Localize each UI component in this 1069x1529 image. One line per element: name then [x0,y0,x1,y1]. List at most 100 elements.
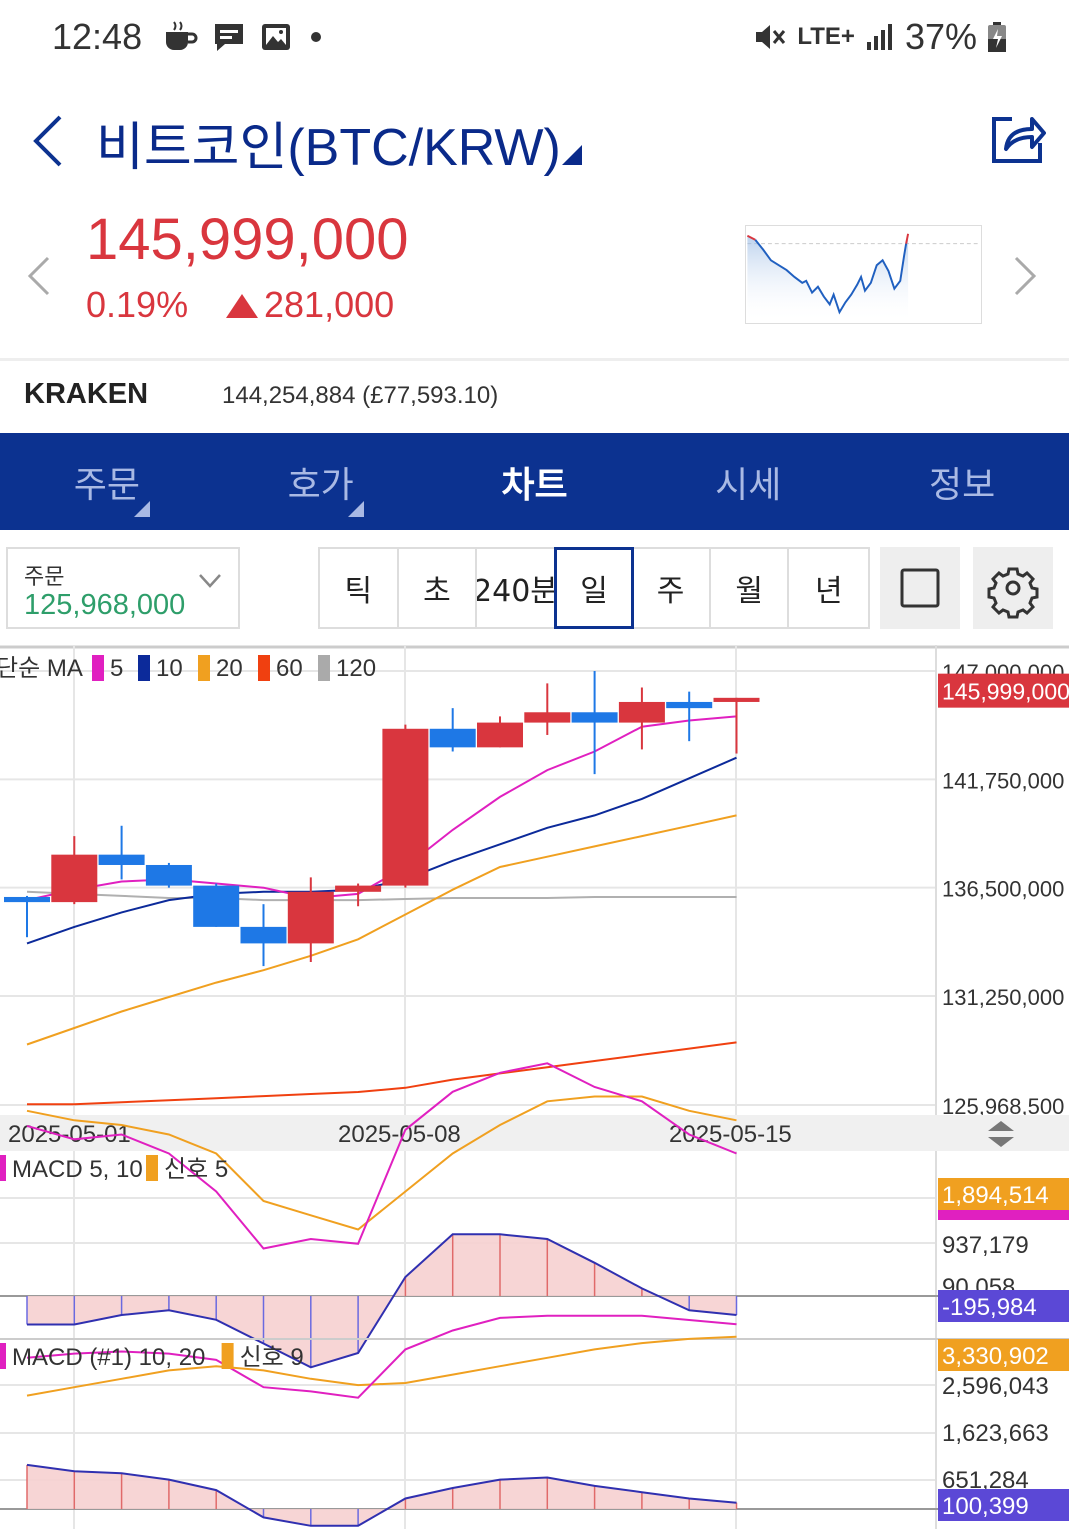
share-icon[interactable] [988,109,1046,165]
macd-value-label: 1,894,514 [942,1182,1049,1209]
candle-body [618,701,665,723]
battery-percent: 37% [904,16,977,57]
macd-axis-label: 937,179 [942,1232,1029,1259]
period-week[interactable]: 주 [632,549,711,627]
price-axis-label: 136,500,000 [942,877,1064,902]
current-price: 145,999,000 [86,207,409,272]
macd-line-badge [938,1210,1069,1220]
sparkline-area [747,233,909,323]
up-triangle-icon [226,294,258,318]
tab-bar: 주문 호가 차트 시세 정보 [0,433,1069,530]
signal-icon [866,24,892,50]
macd-legend-label: MACD 5, 10 [12,1156,143,1183]
ma-legend-swatch [138,655,150,681]
tab-label: 차트 [501,464,568,506]
ma-legend-label: 5 [110,655,123,682]
period-year[interactable]: 년 [789,549,868,627]
price-axis-label: 131,250,000 [942,985,1064,1010]
tab-label: 시세 [715,464,782,506]
network-type: LTE+ [797,23,855,50]
macd-value-label: 100,399 [942,1493,1029,1520]
exchange-name: KRAKEN [24,378,149,410]
candle-body [4,896,50,903]
ma60-line [27,1041,737,1106]
tab-caret-icon [134,501,150,517]
tab-quotes[interactable]: 시세 [641,433,855,530]
chevron-down-icon [199,574,221,588]
ma-legend-swatch [318,655,330,681]
ma20-line [26,814,737,1046]
period-tick[interactable]: 틱 [320,549,399,627]
tab-label: 호가 [287,464,354,506]
mini-sparkline-chart [745,225,982,324]
period-second[interactable]: 초 [399,549,478,627]
image-icon [262,24,290,50]
candle-body [98,854,145,865]
status-bar: 12:48 LTE+ 37% [0,0,1069,78]
header: 비트코인(BTC/KRW) [0,95,1069,185]
tab-orderbook[interactable]: 호가 [214,433,428,530]
ma-legend-label: 10 [156,655,183,682]
change-percent: 0.19% [86,284,189,325]
square-icon [900,568,940,608]
divider [0,358,1069,361]
coffee-icon [166,21,198,50]
ma120-line [26,890,737,902]
mute-icon [756,25,786,49]
message-icon [215,24,243,51]
signal-legend-label: 신호 9 [240,1344,304,1371]
prev-chevron-left-icon[interactable] [26,256,52,296]
ma10-line [26,756,737,945]
sparkline-line-red [746,233,910,244]
ma-legend-swatch [92,655,104,681]
notification-icons [162,20,326,54]
macd-value-label: 3,330,902 [942,1343,1049,1370]
current-price-label: 145,999,000 [942,679,1069,705]
ma-legend-label: 20 [216,655,243,682]
next-chevron-right-icon[interactable] [1012,256,1038,296]
signal-legend-swatch [146,1155,158,1181]
period-selector: 틱 초 240분 일 주 월 년 [318,547,870,629]
candle-body [335,885,382,892]
candle-body [477,722,523,748]
tab-label: 정보 [928,464,996,506]
order-price-select[interactable]: 주문 125,968,000 [6,547,240,629]
status-time: 12:48 [52,16,143,57]
candle-body [240,926,287,944]
chart-settings-button[interactable] [973,547,1053,629]
drawing-tool-button[interactable] [880,547,960,629]
candle-body [429,728,476,748]
candle-body [571,712,618,723]
date-axis-label: 2025-05-15 [669,1121,792,1148]
tab-info[interactable]: 정보 [855,433,1069,530]
battery-icon [988,22,1006,52]
ma-legend-label: 120 [336,655,376,682]
period-day[interactable]: 일 [553,547,635,629]
title-dropdown-caret-icon[interactable] [562,145,582,165]
system-status: LTE+ 37% [753,16,1007,58]
chart-area[interactable]: 단순 MA 5 10 20 60 120 147,000,000 141,750,000 136… [0,645,1069,1529]
macd-axis-label: 1,623,663 [942,1420,1049,1447]
exchange-value: 144,254,884 (£77,593.10) [222,382,499,409]
ma-legend-title: 단순 MA [0,655,83,682]
period-240min[interactable]: 240분 [477,549,556,627]
candle-body [713,697,760,702]
ma-legend-swatch [258,655,270,681]
signal-legend-swatch [221,1343,234,1369]
candlestick-chart[interactable]: 단순 MA 5 10 20 60 120 147,000,000141,750,000136… [0,645,1069,1529]
period-month[interactable]: 월 [711,549,790,627]
tab-order[interactable]: 주문 [0,433,214,530]
back-chevron-left-icon[interactable] [28,113,68,169]
order-label: 주문 [24,565,65,590]
macd-axis-label: 2,596,043 [942,1373,1049,1400]
order-value: 125,968,000 [24,589,186,621]
candle-body [287,891,334,944]
candle-body [524,712,571,723]
page-title[interactable]: 비트코인(BTC/KRW) [96,105,561,180]
ma-legend-swatch [198,655,210,681]
ma-legend-label: 60 [276,655,303,682]
tab-caret-icon [347,501,364,517]
price-axis-label: 141,750,000 [942,768,1064,793]
dot-icon [311,32,321,42]
tab-chart[interactable]: 차트 [428,433,642,530]
